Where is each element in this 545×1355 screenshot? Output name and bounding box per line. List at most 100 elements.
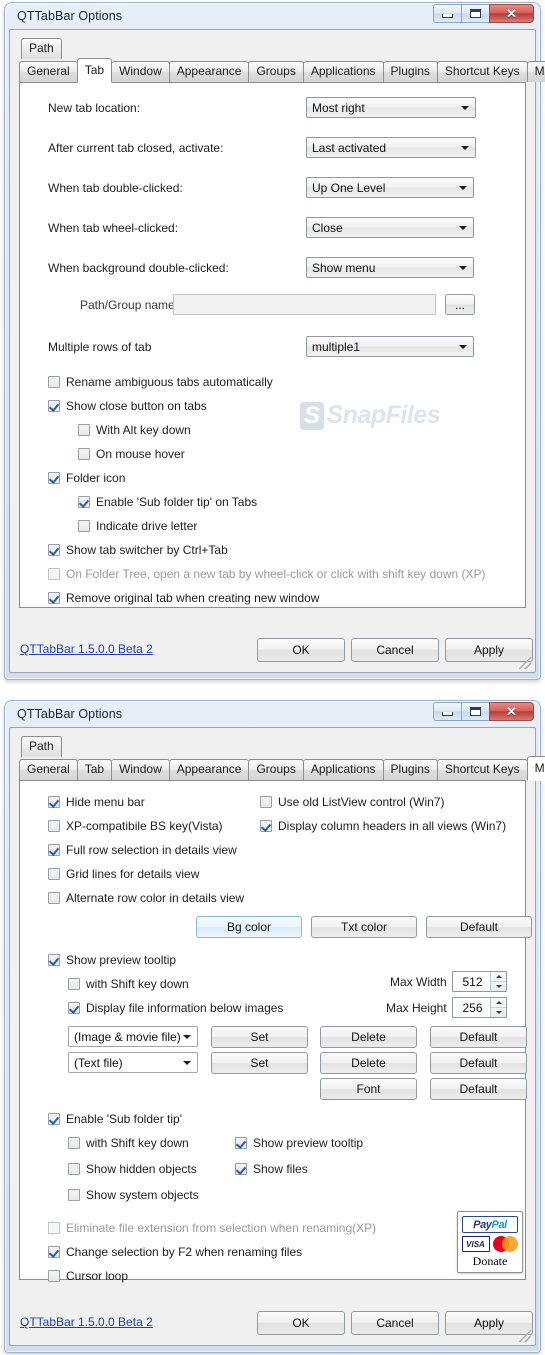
- checkbox-indicate-drive-letter[interactable]: Indicate drive letter: [78, 519, 197, 533]
- checkbox-enable-subfolder-tip-on-tabs[interactable]: Enable 'Sub folder tip' on Tabs: [78, 495, 257, 509]
- tab-general[interactable]: General: [19, 61, 78, 82]
- checkbox-show-close-button[interactable]: Show close button on tabs: [48, 399, 207, 413]
- checkbox-grid-lines[interactable]: Grid lines for details view: [48, 867, 199, 881]
- ok-button[interactable]: OK: [257, 638, 345, 662]
- checkbox-rename-ambiguous[interactable]: Rename ambiguous tabs automatically: [48, 375, 273, 389]
- stepper-down-button[interactable]: [491, 1007, 506, 1017]
- checkbox-with-alt-key-down[interactable]: With Alt key down: [78, 423, 191, 437]
- background-double-clicked-combo[interactable]: Show menu: [306, 257, 474, 278]
- tab-misc[interactable]: Misc.: [526, 756, 545, 781]
- checkbox-cursor-loop[interactable]: Cursor loop: [48, 1269, 128, 1283]
- font-button[interactable]: Font: [320, 1078, 417, 1100]
- paypal-donate-button[interactable]: Pay Pal VISA Donate: [457, 1211, 523, 1273]
- text-set-button[interactable]: Set: [211, 1052, 308, 1074]
- image-default-button[interactable]: Default: [430, 1026, 527, 1048]
- stepper-up-button[interactable]: [491, 998, 506, 1007]
- checkbox-subfolder-show-preview-tooltip[interactable]: Show preview tooltip: [235, 1136, 363, 1150]
- checkbox-show-files[interactable]: Show files: [235, 1162, 308, 1176]
- checkbox-preview-with-shift[interactable]: with Shift key down: [68, 977, 189, 991]
- tab-appearance[interactable]: Appearance: [168, 759, 250, 780]
- checkbox-box: [235, 1137, 247, 1149]
- close-icon: ✕: [506, 704, 517, 719]
- stepper-up-button[interactable]: [491, 972, 506, 981]
- bg-color-button[interactable]: Bg color: [196, 916, 302, 938]
- resize-grip[interactable]: [519, 1330, 531, 1342]
- image-movie-filetype-combo[interactable]: (Image & movie file): [68, 1026, 198, 1047]
- tab-general[interactable]: General: [19, 759, 78, 780]
- txt-color-button[interactable]: Txt color: [311, 916, 417, 938]
- tab-double-clicked-combo[interactable]: Up One Level: [306, 177, 474, 198]
- tab-groups[interactable]: Groups: [248, 759, 304, 780]
- tab-plugins[interactable]: Plugins: [382, 61, 438, 82]
- tab-tab[interactable]: Tab: [76, 58, 113, 83]
- window1-tab-panel: S SnapFiles New tab location: Most right …: [19, 82, 526, 608]
- cancel-button[interactable]: Cancel: [351, 1311, 439, 1335]
- tab-applications[interactable]: Applications: [302, 759, 384, 780]
- close-button[interactable]: ✕: [489, 4, 534, 23]
- checkbox-subfolder-with-shift[interactable]: with Shift key down: [68, 1136, 189, 1150]
- maximize-button[interactable]: [461, 702, 489, 721]
- checkbox-remove-original-tab[interactable]: Remove original tab when creating new wi…: [48, 591, 319, 605]
- stepper-down-button[interactable]: [491, 981, 506, 991]
- maximize-button[interactable]: [461, 4, 489, 23]
- tab-applications[interactable]: Applications: [302, 61, 384, 82]
- image-set-button[interactable]: Set: [211, 1026, 308, 1048]
- max-width-stepper[interactable]: 512: [452, 971, 507, 992]
- checkbox-enable-subfolder-tip[interactable]: Enable 'Sub folder tip': [48, 1112, 182, 1126]
- checkbox-hide-menu-bar[interactable]: Hide menu bar: [48, 795, 145, 809]
- color-default-button[interactable]: Default: [426, 916, 532, 938]
- tab-shortcut-keys[interactable]: Shortcut Keys: [436, 759, 528, 780]
- text-delete-button[interactable]: Delete: [320, 1052, 417, 1074]
- tab-window[interactable]: Window: [111, 759, 170, 780]
- max-width-label: Max Width: [390, 975, 447, 989]
- cancel-button[interactable]: Cancel: [351, 638, 439, 662]
- stepper-buttons[interactable]: [490, 972, 506, 991]
- tab-appearance[interactable]: Appearance: [168, 61, 250, 82]
- tab-misc[interactable]: Misc.: [526, 61, 545, 82]
- tab-window[interactable]: Window: [111, 61, 170, 82]
- checkbox-xp-compatible-bs-key[interactable]: XP-compatibile BS key(Vista): [48, 819, 223, 833]
- checkbox-use-old-listview[interactable]: Use old ListView control (Win7): [260, 795, 445, 809]
- checkbox-alternate-row-color[interactable]: Alternate row color in details view: [48, 891, 244, 905]
- font-default-button[interactable]: Default: [430, 1078, 527, 1100]
- window2-titlebar[interactable]: QTTabBar Options ✕: [9, 701, 536, 727]
- path-group-browse-button[interactable]: ...: [445, 294, 475, 315]
- multiple-rows-combo[interactable]: multiple1: [306, 336, 474, 357]
- checkbox-show-system-objects[interactable]: Show system objects: [68, 1188, 199, 1202]
- tab-path[interactable]: Path: [21, 736, 62, 757]
- minimize-button[interactable]: [433, 702, 461, 721]
- path-group-name-input[interactable]: [173, 294, 436, 315]
- version-link[interactable]: QTTabBar 1.5.0.0 Beta 2: [20, 642, 153, 656]
- tab-shortcut-keys[interactable]: Shortcut Keys: [436, 61, 528, 82]
- tab-wheel-clicked-combo[interactable]: Close: [306, 217, 474, 238]
- window1-titlebar[interactable]: QTTabBar Options ✕: [9, 3, 536, 29]
- resize-grip[interactable]: [519, 657, 531, 669]
- new-tab-location-combo[interactable]: Most right: [306, 97, 476, 118]
- text-filetype-combo[interactable]: (Text file): [68, 1052, 198, 1073]
- checkbox-change-selection-f2[interactable]: Change selection by F2 when renaming fil…: [48, 1245, 302, 1259]
- checkbox-full-row-selection[interactable]: Full row selection in details view: [48, 843, 237, 857]
- tab-tab[interactable]: Tab: [76, 759, 113, 780]
- checkbox-show-tab-switcher[interactable]: Show tab switcher by Ctrl+Tab: [48, 543, 228, 557]
- text-default-button[interactable]: Default: [430, 1052, 527, 1074]
- checkbox-folder-icon[interactable]: Folder icon: [48, 471, 125, 485]
- new-tab-location-value: Most right: [312, 100, 365, 115]
- version-link[interactable]: QTTabBar 1.5.0.0 Beta 2: [20, 1315, 153, 1329]
- checkbox-show-preview-tooltip[interactable]: Show preview tooltip: [48, 953, 176, 967]
- checkbox-on-mouse-hover[interactable]: On mouse hover: [78, 447, 185, 461]
- stepper-buttons[interactable]: [490, 998, 506, 1017]
- tab-plugins[interactable]: Plugins: [382, 759, 438, 780]
- visa-icon: VISA: [461, 1236, 490, 1252]
- max-height-stepper[interactable]: 256: [452, 997, 507, 1018]
- close-button[interactable]: ✕: [489, 702, 534, 721]
- checkbox-display-file-info[interactable]: Display file information below images: [68, 1001, 283, 1015]
- ok-button[interactable]: OK: [257, 1311, 345, 1335]
- image-delete-button[interactable]: Delete: [320, 1026, 417, 1048]
- checkbox-display-column-headers[interactable]: Display column headers in all views (Win…: [260, 819, 506, 833]
- tab-path[interactable]: Path: [21, 38, 62, 59]
- checkbox-show-hidden-objects[interactable]: Show hidden objects: [68, 1162, 197, 1176]
- tab-groups[interactable]: Groups: [248, 61, 304, 82]
- after-tab-closed-combo[interactable]: Last activated: [306, 137, 476, 158]
- minimize-button[interactable]: [433, 4, 461, 23]
- chevron-down-icon: [461, 105, 469, 110]
